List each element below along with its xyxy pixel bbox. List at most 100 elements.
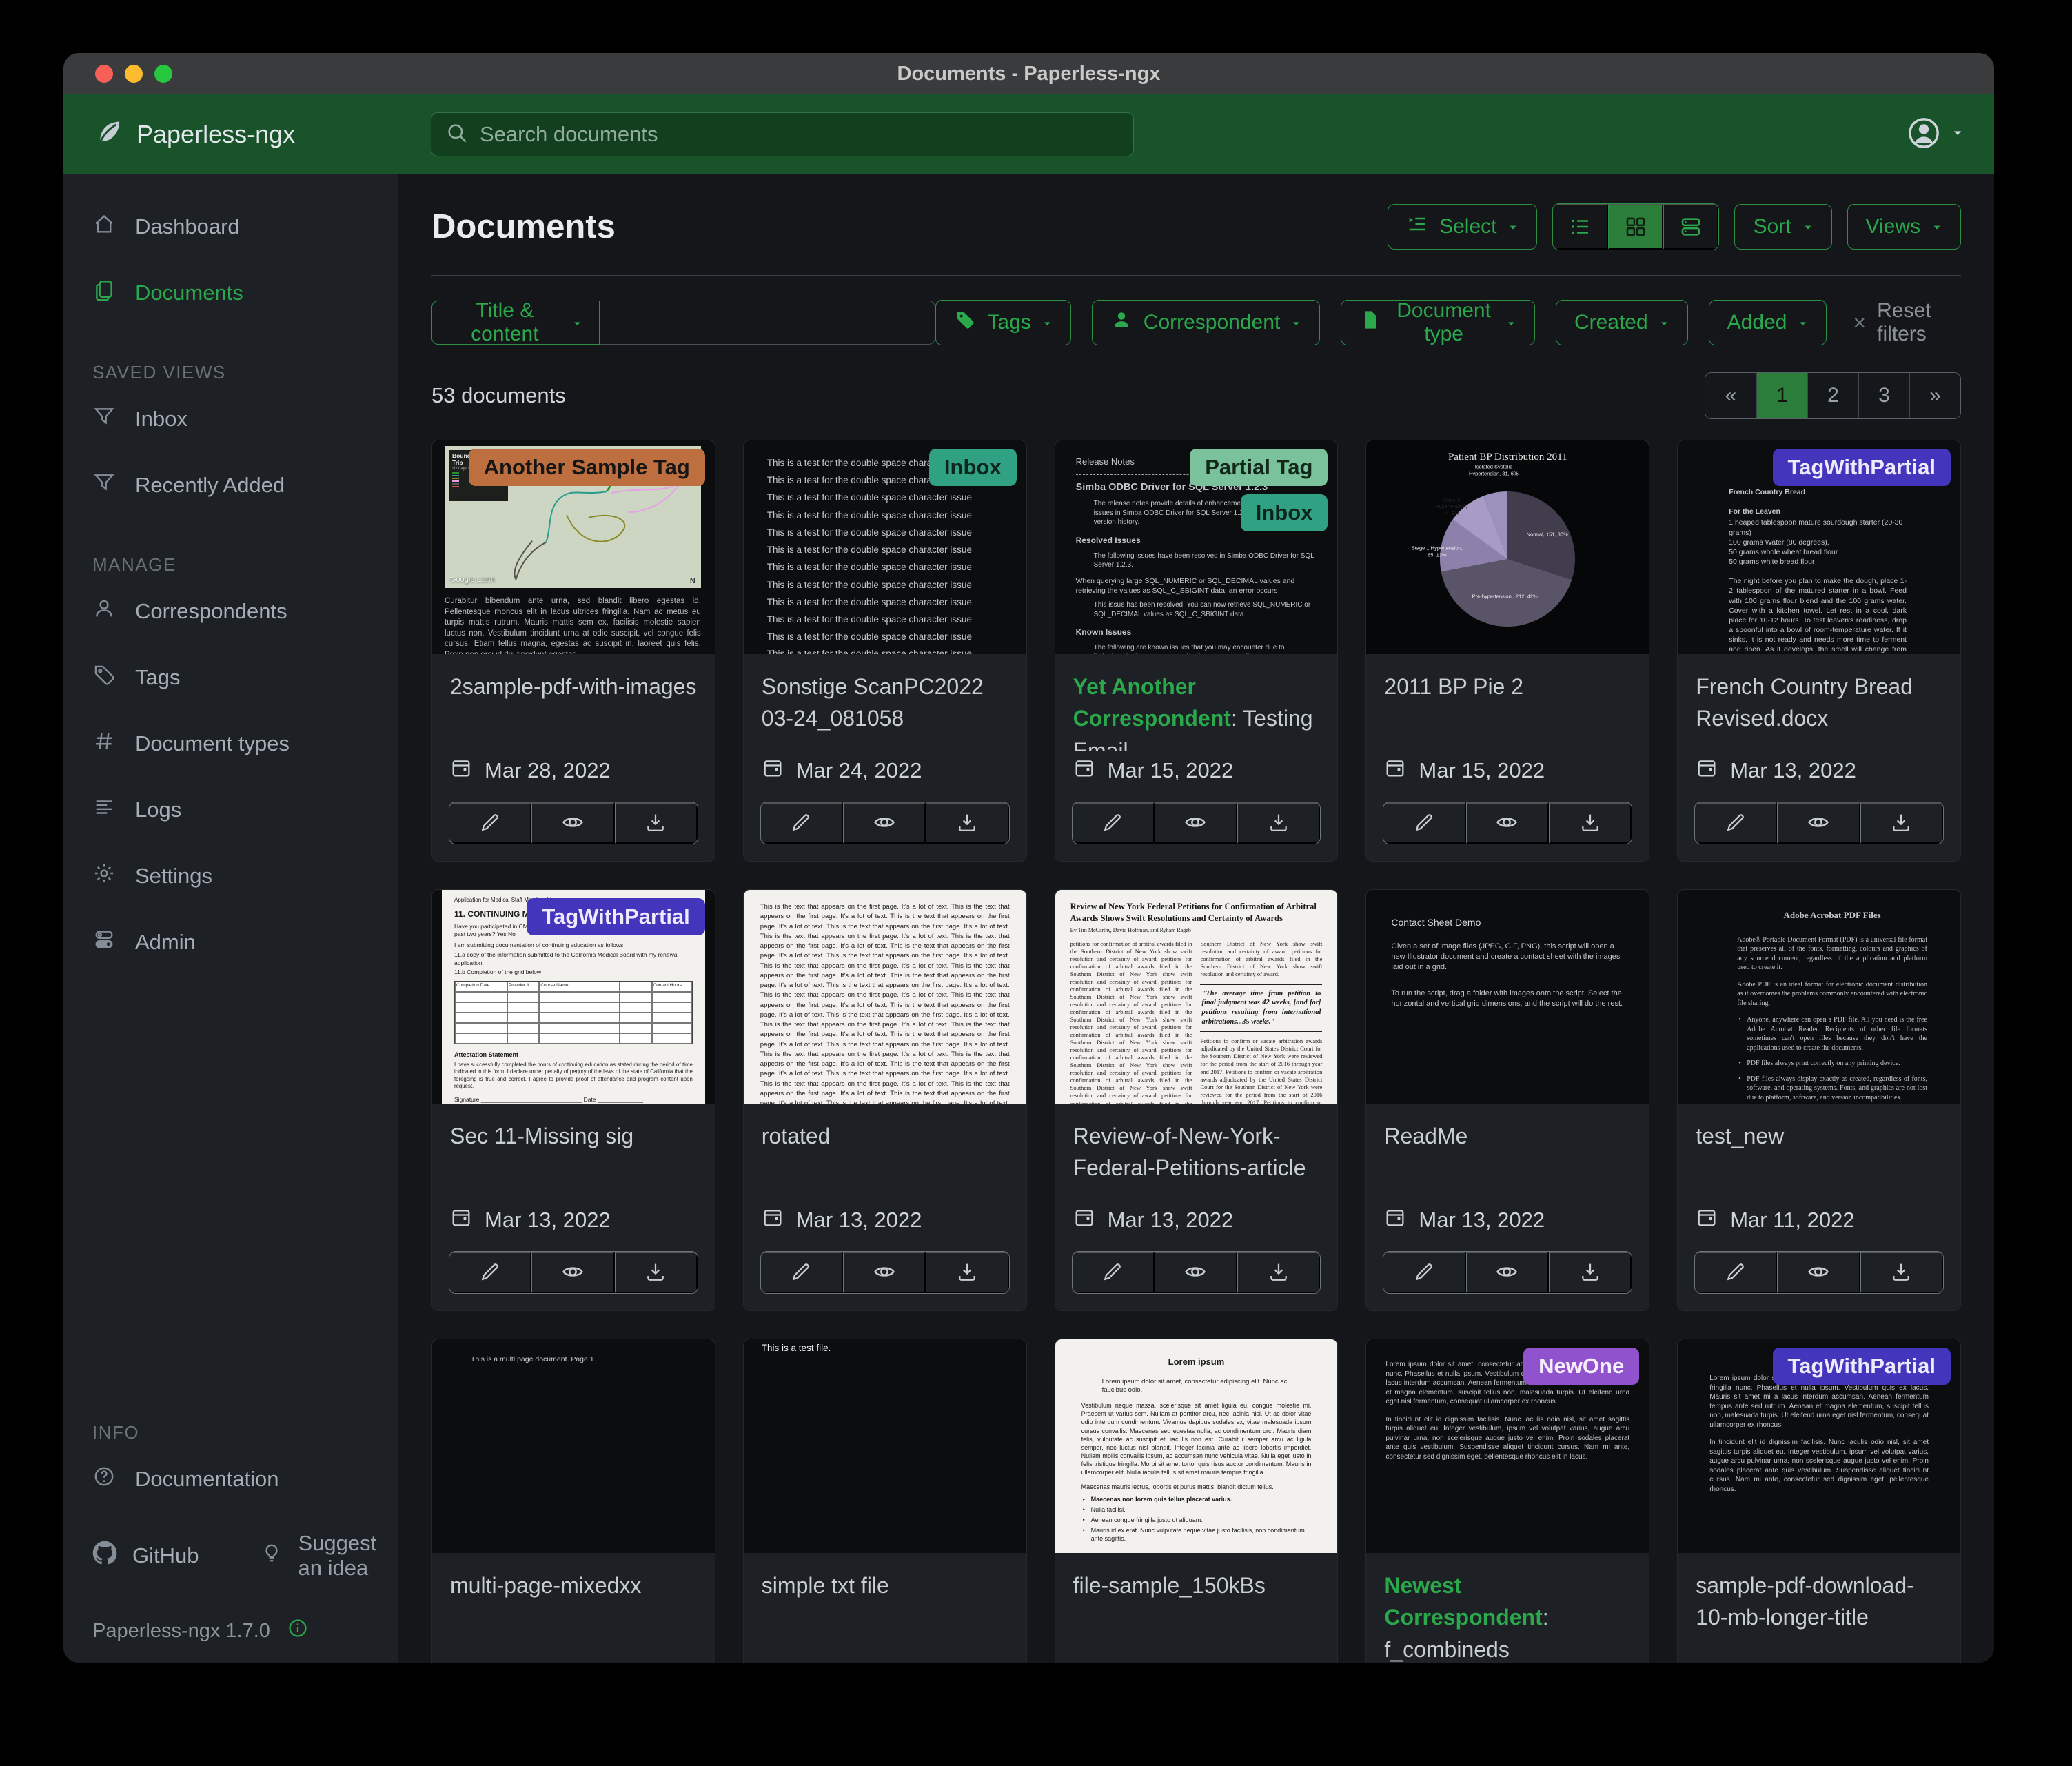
card-correspondent-link[interactable]: Newest Correspondent xyxy=(1384,1573,1542,1630)
card-title[interactable]: multi-page-mixedxx xyxy=(450,1570,697,1601)
card-thumbnail[interactable]: This is a multi page document. Page 1. xyxy=(432,1339,715,1553)
info-circle-icon[interactable] xyxy=(287,1617,309,1645)
sidebar-item-recently-added[interactable]: Recently Added xyxy=(63,452,398,518)
tag-badge[interactable]: Partial Tag xyxy=(1190,449,1328,486)
brand[interactable]: Paperless-ngx xyxy=(94,116,431,153)
sort-button[interactable]: Sort xyxy=(1734,204,1831,250)
download-button[interactable] xyxy=(1860,802,1943,844)
edit-button[interactable] xyxy=(1073,1252,1155,1293)
sidebar-item-document-types[interactable]: Document types xyxy=(63,711,398,777)
filter-query-input[interactable] xyxy=(600,301,936,345)
card-title[interactable]: Review-of-New-York-Federal-Petitions-art… xyxy=(1073,1120,1320,1184)
download-button[interactable] xyxy=(615,1252,698,1293)
card-title[interactable]: 2sample-pdf-with-images xyxy=(450,671,697,702)
suggest-idea-link[interactable]: Suggest an idea xyxy=(261,1531,376,1581)
title-content-dropdown[interactable]: Title & content xyxy=(431,301,600,345)
tag-badge[interactable]: NewOne xyxy=(1523,1348,1639,1385)
sidebar-item-dashboard[interactable]: Dashboard xyxy=(63,194,398,260)
pagination-prev[interactable]: « xyxy=(1705,373,1756,418)
edit-button[interactable] xyxy=(1383,1252,1465,1293)
download-button[interactable] xyxy=(615,802,698,844)
view-button[interactable] xyxy=(1466,1252,1549,1293)
download-button[interactable] xyxy=(1549,802,1632,844)
search-input[interactable] xyxy=(480,122,1119,147)
edit-button[interactable] xyxy=(1073,802,1155,844)
view-button[interactable] xyxy=(531,1252,614,1293)
sidebar-item-admin[interactable]: Admin xyxy=(63,909,398,975)
card-thumbnail[interactable]: Review of New York Federal Petitions for… xyxy=(1055,890,1338,1104)
sidebar-item-logs[interactable]: Logs xyxy=(63,777,398,843)
card-thumbnail[interactable]: Adobe Acrobat PDF FilesAdobe® Portable D… xyxy=(1678,890,1960,1104)
card-title[interactable]: simple txt file xyxy=(762,1570,1008,1601)
card-thumbnail[interactable]: Lorem ipsumLorem ipsum dolor sit amet, c… xyxy=(1055,1339,1338,1553)
view-button[interactable] xyxy=(531,802,614,844)
card-thumbnail[interactable]: This is a test file. xyxy=(744,1339,1026,1553)
pagination-next[interactable]: » xyxy=(1909,373,1960,418)
select-button[interactable]: Select xyxy=(1388,204,1537,250)
pagination-page-3[interactable]: 3 xyxy=(1858,373,1909,418)
view-button[interactable] xyxy=(1155,1252,1237,1293)
tag-badge[interactable]: Inbox xyxy=(929,449,1017,486)
card-thumbnail[interactable]: Contact Sheet DemoGiven a set of image f… xyxy=(1366,890,1649,1104)
tag-badge[interactable]: TagWithPartial xyxy=(1773,1348,1951,1385)
view-button[interactable] xyxy=(843,802,926,844)
sidebar-item-inbox[interactable]: Inbox xyxy=(63,386,398,452)
filter-tags-button[interactable]: Tags xyxy=(935,300,1070,345)
zoom-button[interactable] xyxy=(154,65,172,83)
reset-filters-button[interactable]: × Reset filters xyxy=(1853,299,1961,346)
card-title[interactable]: rotated xyxy=(762,1120,1008,1152)
card-title[interactable]: Yet Another Correspondent: Testing Email xyxy=(1073,671,1320,751)
sidebar-item-documentation[interactable]: Documentation xyxy=(63,1446,398,1512)
pagination-page-1[interactable]: 1 xyxy=(1756,373,1807,418)
views-button[interactable]: Views xyxy=(1847,204,1961,250)
close-button[interactable] xyxy=(95,65,113,83)
filter-added-button[interactable]: Added xyxy=(1709,300,1827,345)
view-mode-large-cards[interactable] xyxy=(1663,204,1718,250)
view-button[interactable] xyxy=(1466,802,1549,844)
card-title[interactable]: Sonstige ScanPC2022 03-24_081058 xyxy=(762,671,1008,735)
card-title[interactable]: sample-pdf-download-10-mb-longer-title xyxy=(1696,1570,1942,1634)
view-mode-small-cards[interactable] xyxy=(1608,204,1663,250)
filter-created-button[interactable]: Created xyxy=(1556,300,1688,345)
card-correspondent-link[interactable]: Yet Another Correspondent xyxy=(1073,674,1231,731)
card-thumbnail[interactable]: Patient BP Distribution 2011Normal, 151,… xyxy=(1366,440,1649,654)
sidebar-item-documents[interactable]: Documents xyxy=(63,260,398,326)
card-title[interactable]: 2011 BP Pie 2 xyxy=(1384,671,1631,702)
download-button[interactable] xyxy=(1237,1252,1320,1293)
card-title[interactable]: Newest Correspondent: f_combineds xyxy=(1384,1570,1631,1663)
edit-button[interactable] xyxy=(1695,802,1777,844)
download-button[interactable] xyxy=(1860,1252,1943,1293)
card-title[interactable]: file-sample_150kBs xyxy=(1073,1570,1320,1601)
download-button[interactable] xyxy=(926,1252,1008,1293)
edit-button[interactable] xyxy=(449,1252,531,1293)
card-thumbnail[interactable]: This is the text that appears on the fir… xyxy=(744,890,1026,1104)
view-button[interactable] xyxy=(843,1252,926,1293)
edit-button[interactable] xyxy=(761,1252,843,1293)
view-button[interactable] xyxy=(1777,1252,1860,1293)
edit-button[interactable] xyxy=(1383,802,1465,844)
download-button[interactable] xyxy=(926,802,1008,844)
github-link[interactable]: GitHub xyxy=(92,1541,199,1571)
user-menu[interactable] xyxy=(1906,115,1964,154)
card-title[interactable]: test_new xyxy=(1696,1120,1942,1152)
edit-button[interactable] xyxy=(449,802,531,844)
view-mode-details-list[interactable] xyxy=(1553,204,1608,250)
download-button[interactable] xyxy=(1549,1252,1632,1293)
tag-badge[interactable]: TagWithPartial xyxy=(1773,449,1951,486)
card-title[interactable]: Sec 11-Missing sig xyxy=(450,1120,697,1152)
sidebar-item-correspondents[interactable]: Correspondents xyxy=(63,578,398,645)
view-button[interactable] xyxy=(1155,802,1237,844)
card-title[interactable]: ReadMe xyxy=(1384,1120,1631,1152)
view-button[interactable] xyxy=(1777,802,1860,844)
card-title[interactable]: French Country Bread Revised.docx xyxy=(1696,671,1942,735)
sidebar-item-settings[interactable]: Settings xyxy=(63,843,398,909)
minimize-button[interactable] xyxy=(125,65,143,83)
tag-badge[interactable]: Another Sample Tag xyxy=(469,449,705,486)
edit-button[interactable] xyxy=(761,802,843,844)
tag-badge[interactable]: TagWithPartial xyxy=(527,898,704,935)
edit-button[interactable] xyxy=(1695,1252,1777,1293)
sidebar-item-tags[interactable]: Tags xyxy=(63,645,398,711)
pagination-page-2[interactable]: 2 xyxy=(1807,373,1858,418)
download-button[interactable] xyxy=(1237,802,1320,844)
filter-correspondent-button[interactable]: Correspondent xyxy=(1092,300,1320,345)
